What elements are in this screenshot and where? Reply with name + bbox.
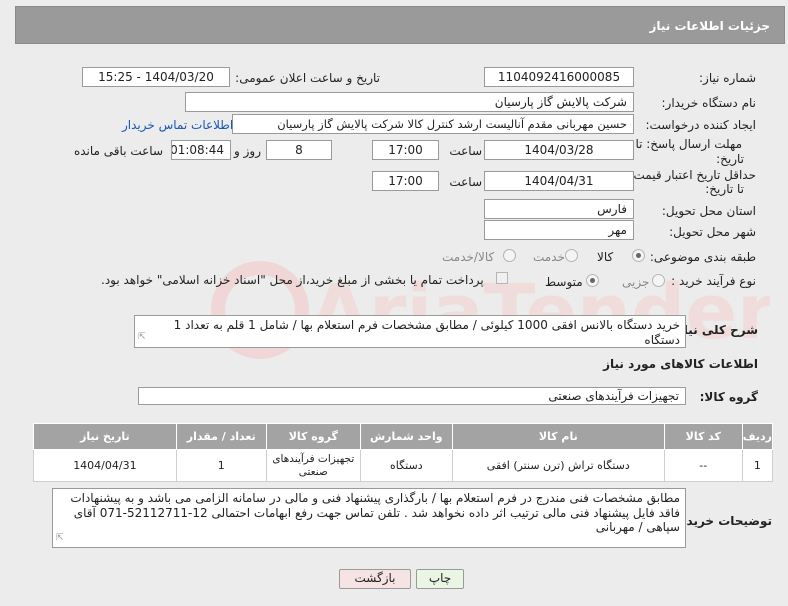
process-label: نوع فرآیند خرید : [671,274,756,288]
validity-time-field: 17:00 [372,171,439,191]
col-index: ردیف [741,423,774,450]
buyer-notes-text: مطابق مشخصات فنی مندرج در فرم استعلام به… [70,491,680,534]
requester-label: ایجاد کننده درخواست: [645,118,756,132]
page-title: جزئیات اطلاعات نیاز [649,19,770,33]
print-button[interactable]: چاپ [416,569,464,589]
page-header: جزئیات اطلاعات نیاز [15,6,785,44]
reply-deadline-label: مهلت ارسال پاسخ: تا [635,137,742,151]
buyer-org-field: شرکت پالایش گاز پارسیان [185,92,634,112]
announce-field: 1404/03/20 - 15:25 [82,67,230,87]
treasury-checkbox[interactable] [496,272,508,284]
cell-qty: 1 [175,449,267,482]
remaining-time-label: ساعت باقی مانده [73,144,163,158]
validity-date-field: 1404/04/31 [484,171,634,191]
province-label: استان محل تحویل: [661,204,756,218]
category-option-goods-service: کالا/خدمت [442,250,495,264]
cell-index: 1 [741,449,774,482]
reply-date-field: 1404/03/28 [484,140,634,160]
goods-section-title: اطلاعات کالاهای مورد نیاز [603,357,758,371]
remaining-days-field: 8 [266,140,332,160]
province-field: فارس [484,199,634,219]
col-name: نام کالا [451,423,665,450]
col-qty: تعداد / مقدار [175,423,267,450]
col-date: تاریخ نیاز [33,423,177,450]
col-code: کد کالا [663,423,743,450]
days-label: روز و [234,144,261,158]
need-number-label: شماره نیاز: [699,71,756,85]
city-field: مهر [484,220,634,240]
description-textarea: خرید دستگاه بالانس افقی 1000 کیلوئی / مط… [134,315,686,348]
requester-field: حسین مهربانی مقدم آنالیست ارشد کنترل کال… [232,114,634,134]
buyer-notes-textarea: مطابق مشخصات فنی مندرج در فرم استعلام به… [52,488,686,548]
validity-label: حداقل تاریخ اعتبار قیمت: [629,168,756,182]
reply-time-label: ساعت [449,144,482,158]
reply-deadline-label-2: تاریخ: [716,152,744,166]
announce-label: تاریخ و ساعت اعلان عمومی: [235,71,380,85]
category-radio-goods[interactable] [632,249,645,262]
table-row: 1 -- دستگاه تراش (ترن سنتر) افقی دستگاه … [33,449,774,482]
category-radio-goods-service[interactable] [503,249,516,262]
process-option-minor: جزیی [622,275,650,289]
description-text: خرید دستگاه بالانس افقی 1000 کیلوئی / مط… [173,318,680,347]
cell-name: دستگاه تراش (ترن سنتر) افقی [451,449,665,482]
reply-time-field: 17:00 [372,140,439,160]
goods-table: ردیف کد کالا نام کالا واحد شمارش گروه کا… [33,423,774,482]
goods-group-field: تجهیزات فرآیندهای صنعتی [138,387,686,405]
cell-code: -- [663,449,743,482]
cell-date: 1404/04/31 [33,449,177,482]
category-label: طبقه بندی موضوعی: [649,250,756,264]
validity-label-2: تا تاریخ: [705,182,744,196]
city-label: شهر محل تحویل: [669,225,756,239]
category-radio-service[interactable] [565,249,578,262]
col-group: گروه کالا [265,423,361,450]
process-option-medium: متوسط [545,275,583,289]
process-radio-minor[interactable] [652,274,665,287]
resize-grip-icon[interactable]: ⇱ [138,330,146,345]
resize-grip-icon[interactable]: ⇱ [56,531,64,546]
goods-group-label: گروه کالا: [699,390,758,404]
category-option-service: خدمت [533,250,565,264]
remaining-time-field: 01:08:44 [171,140,231,160]
payment-note: پرداخت تمام یا بخشی از مبلغ خرید،از محل … [101,273,484,287]
buyer-contact-link[interactable]: اطلاعات تماس خریدار [122,118,233,132]
buyer-org-label: نام دستگاه خریدار: [661,96,757,110]
cell-group: تجهیزات فرآیندهای صنعتی [265,449,361,482]
validity-time-label: ساعت [449,175,482,189]
process-radio-medium[interactable] [586,274,599,287]
cell-unit: دستگاه [359,449,453,482]
back-button[interactable]: بازگشت [339,569,411,589]
category-option-goods: کالا [597,250,614,264]
goods-table-header: ردیف کد کالا نام کالا واحد شمارش گروه کا… [33,423,774,450]
col-unit: واحد شمارش [359,423,453,450]
need-number-field: 1104092416000085 [484,67,634,87]
